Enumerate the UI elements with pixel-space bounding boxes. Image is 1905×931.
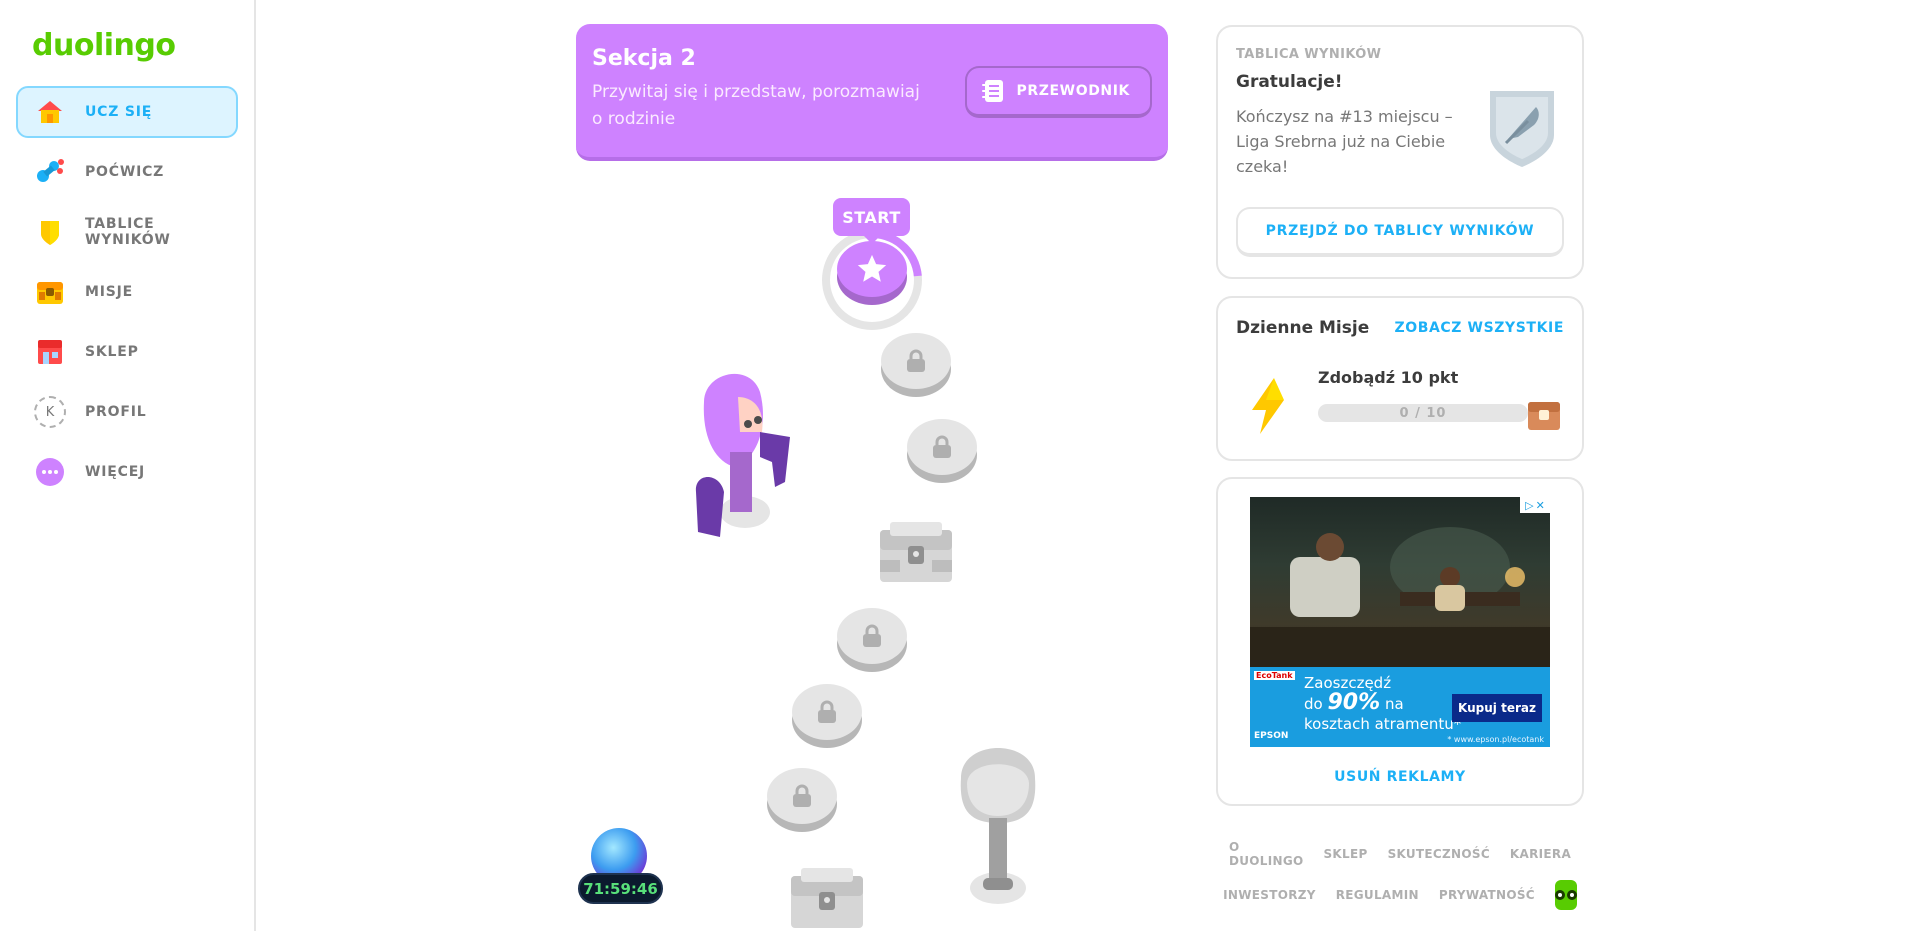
leaderboard-text: Kończysz na #13 miejscu – Liga Srebrna j…	[1236, 107, 1453, 176]
lock-icon	[863, 624, 881, 647]
daily-quests-card: Dzienne Misje ZOBACZ WSZYSTKIE Zdobądź 1…	[1216, 296, 1584, 461]
sidebar-item-more[interactable]: WIĘCEJ	[16, 446, 238, 498]
section-banner: Sekcja 2 Przywitaj się i przedstaw, poro…	[576, 24, 1168, 161]
reward-chest-icon	[1528, 402, 1560, 430]
sidebar-item-label: PROFIL	[85, 404, 147, 420]
owl-mascot-icon[interactable]	[1554, 880, 1577, 910]
silver-league-shield-icon	[1490, 91, 1554, 167]
quest-item: Zdobądź 10 pkt 0 / 10	[1236, 368, 1564, 438]
shield-icon	[34, 216, 66, 248]
footer-link-terms[interactable]: REGULAMIN	[1336, 888, 1419, 902]
sidebar-item-label: SKLEP	[85, 344, 139, 360]
lesson-node-locked[interactable]	[767, 768, 837, 832]
lightning-icon	[1252, 378, 1284, 434]
ad-small-logo: EcoTank	[1254, 671, 1295, 680]
ad-brand: EPSON	[1254, 731, 1289, 741]
quest-progress-text: 0 / 10	[1399, 405, 1447, 421]
advertisement-card: ▷ ✕ EcoTank Zaoszczędź do 90% na kosztach…	[1216, 477, 1584, 806]
guidebook-button[interactable]: PRZEWODNIK	[964, 66, 1152, 118]
sidebar-item-label: POĆWICZ	[85, 164, 165, 180]
notebook-icon	[981, 80, 1003, 102]
character-illustration-locked	[960, 748, 1036, 904]
quest-name: Zdobądź 10 pkt	[1318, 368, 1459, 387]
view-all-quests-link[interactable]: ZOBACZ WSZYSTKIE	[1394, 320, 1564, 336]
leaderboard-card: TABLICA WYNIKÓW Gratulacje! Kończysz na …	[1216, 25, 1584, 279]
ad-close-icon[interactable]: ▷ ✕	[1520, 497, 1550, 513]
footer-link-careers[interactable]: KARIERA	[1510, 847, 1571, 861]
lesson-node-locked[interactable]	[881, 333, 951, 397]
footer-link-privacy[interactable]: PRYWATNOŚĆ	[1439, 888, 1535, 902]
dumbbell-icon	[34, 156, 66, 188]
more-icon	[34, 456, 66, 488]
lesson-node-locked[interactable]	[907, 419, 977, 483]
lesson-node-locked[interactable]	[792, 684, 862, 748]
sidebar-item-profile[interactable]: K PROFIL	[16, 386, 238, 438]
sidebar: duolingo UCZ SIĘ POĆWICZ TABLICE WYNIKÓW…	[0, 0, 256, 931]
sidebar-item-label: WIĘCEJ	[85, 464, 146, 480]
footer-link-shop[interactable]: SKLEP	[1323, 847, 1367, 861]
go-to-leaderboard-button[interactable]: PRZEJDŹ DO TABLICY WYNIKÓW	[1236, 207, 1564, 257]
footer-link-about[interactable]: O DUOLINGO	[1229, 840, 1304, 868]
footer: O DUOLINGO SKLEP SKUTECZNOŚĆ KARIERA INW…	[1223, 840, 1577, 922]
advertisement-banner[interactable]: ▷ ✕ EcoTank Zaoszczędź do 90% na kosztach…	[1250, 497, 1550, 747]
quest-progress-bar: 0 / 10	[1318, 404, 1528, 422]
daily-quests-title: Dzienne Misje	[1236, 318, 1370, 338]
leaderboard-label: TABLICA WYNIKÓW	[1236, 47, 1382, 62]
home-icon	[34, 96, 66, 128]
sidebar-item-quests[interactable]: MISJE	[16, 266, 238, 318]
treasure-chest-locked[interactable]	[876, 520, 956, 586]
countdown-timer: 71:59:46	[578, 873, 663, 904]
avatar: K	[34, 396, 66, 428]
ad-url: * www.epson.pl/ecotank	[1447, 735, 1544, 744]
lesson-node-locked[interactable]	[837, 608, 907, 672]
character-illustration-purple	[695, 373, 790, 537]
sidebar-item-practice[interactable]: POĆWICZ	[16, 146, 238, 198]
footer-link-investors[interactable]: INWESTORZY	[1223, 888, 1316, 902]
lock-icon	[793, 784, 811, 807]
lock-icon	[933, 435, 951, 458]
ad-photo	[1250, 497, 1550, 667]
duolingo-logo[interactable]: duolingo	[32, 28, 238, 64]
sidebar-item-shop[interactable]: SKLEP	[16, 326, 238, 378]
shop-icon	[34, 336, 66, 368]
sidebar-item-label: TABLICE WYNIKÓW	[85, 216, 171, 248]
star-icon	[857, 254, 887, 282]
lock-icon	[818, 700, 836, 723]
lesson-node-current[interactable]	[837, 241, 907, 305]
sidebar-item-learn[interactable]: UCZ SIĘ	[16, 86, 238, 138]
ad-buy-button[interactable]: Kupuj teraz	[1452, 694, 1542, 722]
treasure-chest-locked[interactable]	[787, 866, 867, 931]
start-tooltip: START	[833, 198, 910, 244]
profile-avatar-icon: K	[34, 396, 66, 428]
ad-headline: Zaoszczędź do 90% na kosztach atramentu*	[1304, 674, 1462, 733]
guidebook-label: PRZEWODNIK	[1016, 83, 1130, 99]
lock-icon	[907, 349, 925, 372]
sidebar-item-leaderboards[interactable]: TABLICE WYNIKÓW	[16, 206, 238, 258]
sidebar-item-label: MISJE	[85, 284, 133, 300]
ad-photo-illustration	[1250, 527, 1550, 667]
remove-ads-link[interactable]: USUŃ REKLAMY	[1218, 769, 1582, 785]
footer-link-efficacy[interactable]: SKUTECZNOŚĆ	[1388, 847, 1490, 861]
chest-icon	[34, 276, 66, 308]
section-description: Przywitaj się i przedstaw, porozmawiaj o…	[592, 82, 920, 129]
sidebar-item-label: UCZ SIĘ	[85, 104, 153, 120]
